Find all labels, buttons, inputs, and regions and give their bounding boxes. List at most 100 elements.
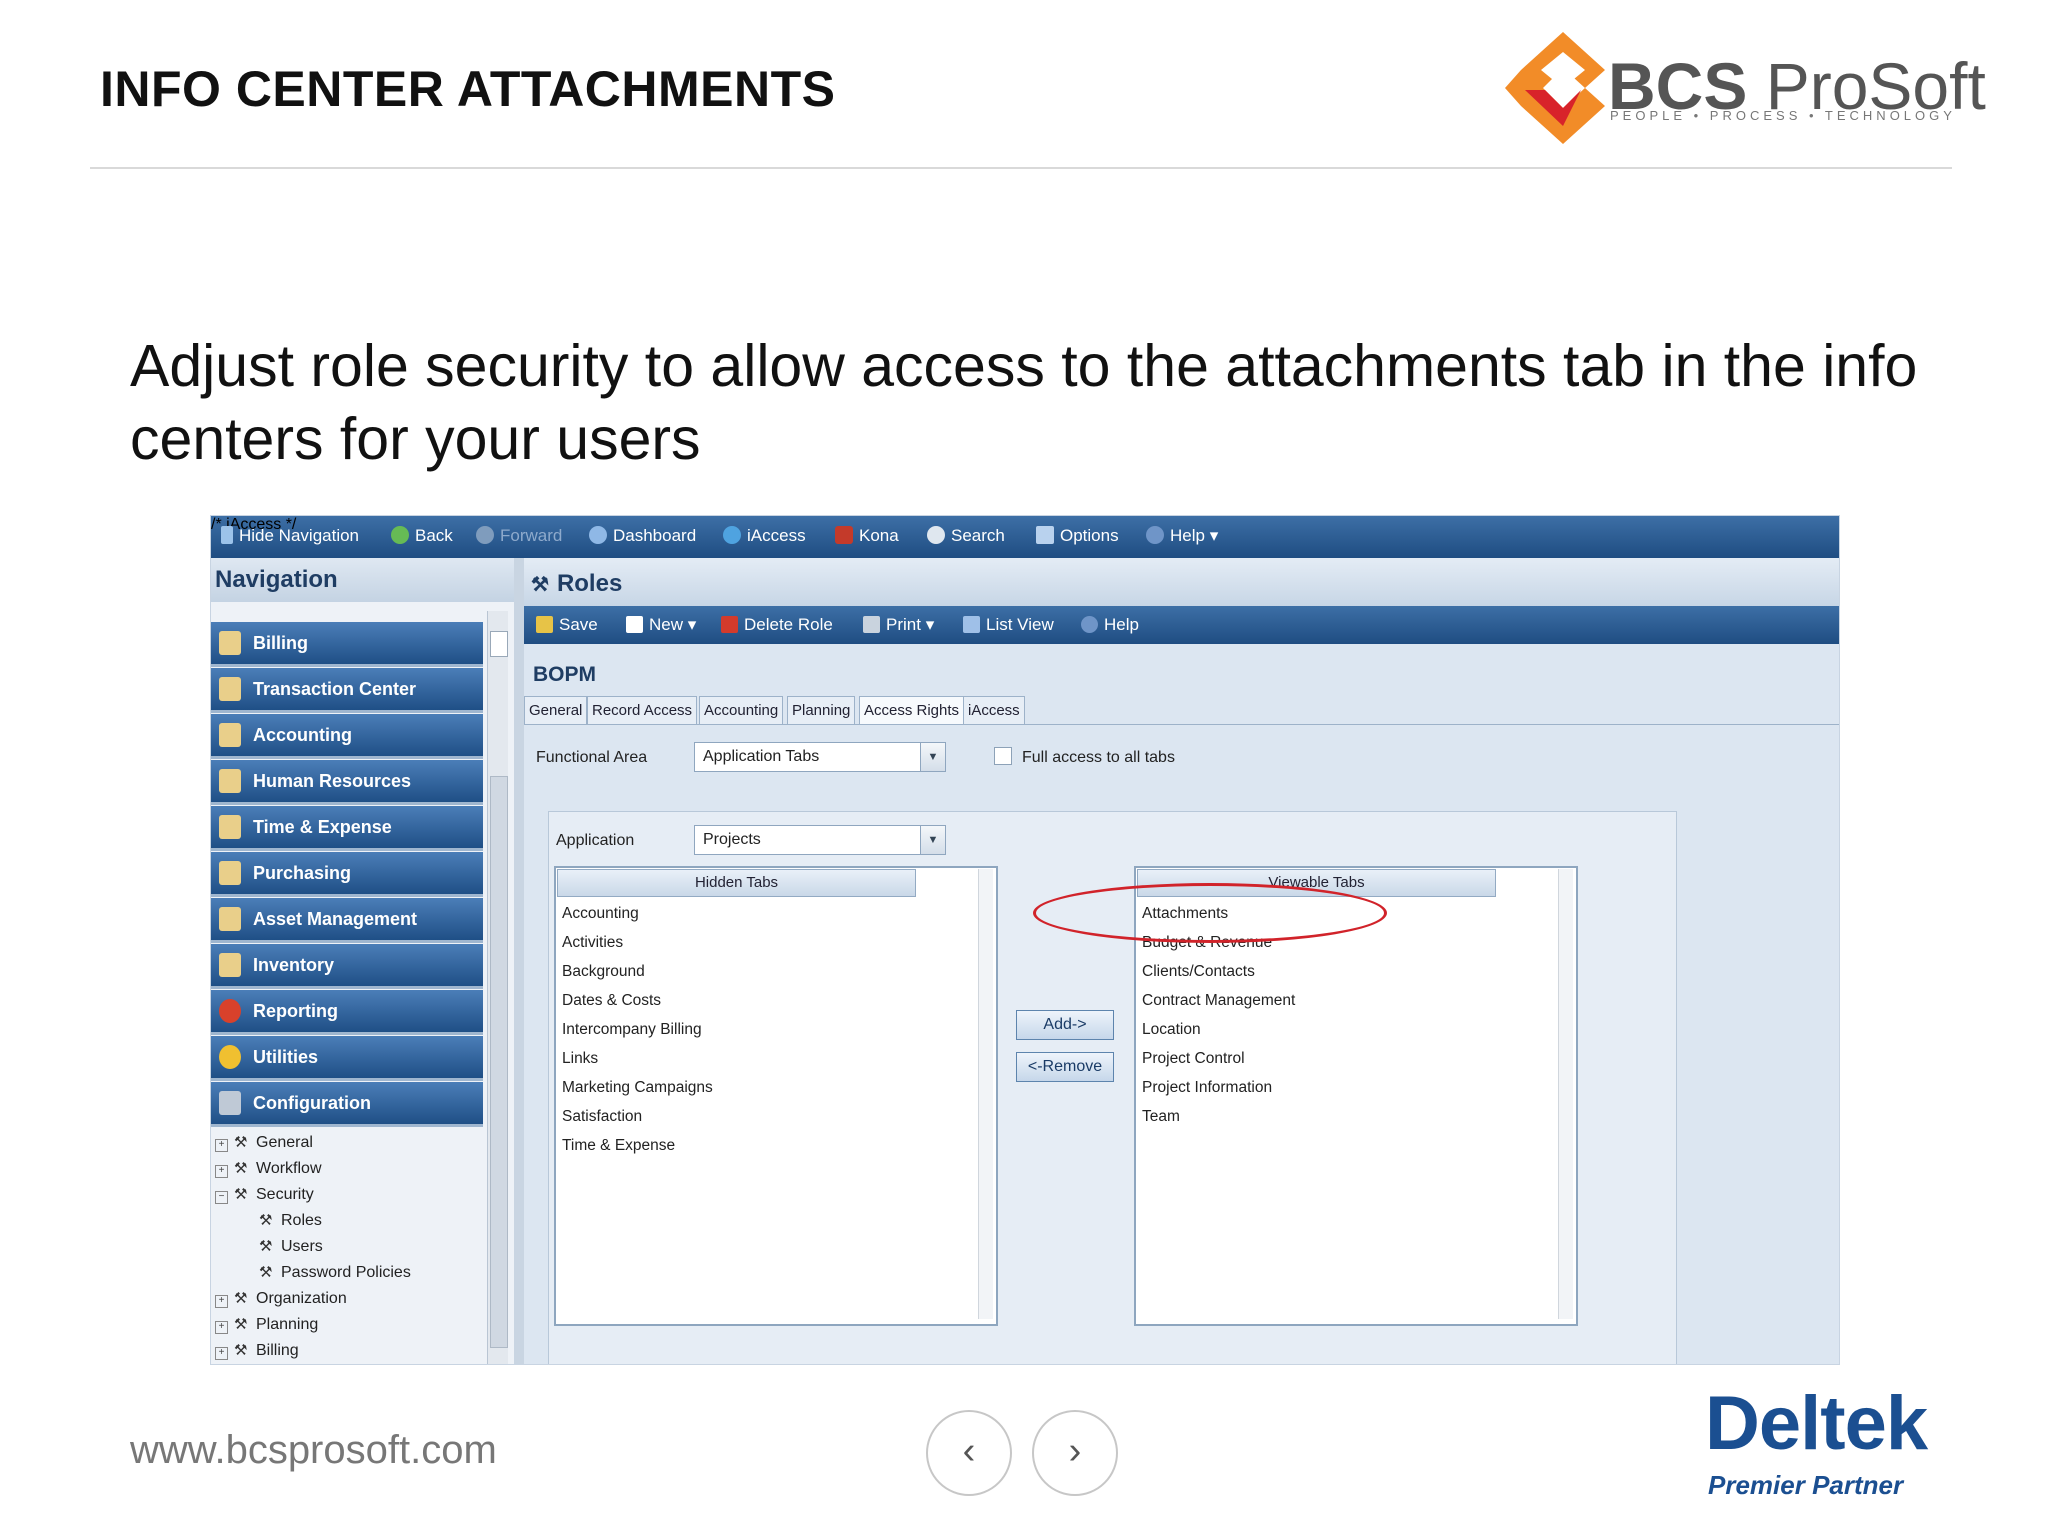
roles-help-button[interactable]: Help bbox=[1081, 615, 1139, 635]
nav-reporting[interactable]: Reporting bbox=[211, 990, 483, 1035]
full-access-checkbox[interactable] bbox=[994, 747, 1012, 765]
list-item[interactable]: Time & Expense bbox=[562, 1137, 675, 1155]
help-menu-button[interactable]: Help ▾ bbox=[1146, 526, 1218, 546]
functional-area-label: Functional Area bbox=[536, 749, 648, 766]
list-item[interactable]: Project Information bbox=[1142, 1079, 1272, 1097]
list-item[interactable]: Accounting bbox=[562, 905, 639, 923]
nav-billing[interactable]: Billing bbox=[211, 622, 483, 667]
navigation-scrollbar[interactable] bbox=[487, 611, 508, 1364]
tab-accounting[interactable]: Accounting bbox=[699, 696, 784, 725]
tree-item-general[interactable]: + ⚒ General bbox=[215, 1133, 313, 1152]
back-button[interactable]: Back bbox=[391, 526, 453, 546]
save-icon bbox=[536, 616, 553, 633]
list-item[interactable]: Team bbox=[1142, 1108, 1180, 1126]
list-item[interactable]: Background bbox=[562, 963, 645, 981]
hide-navigation-button[interactable]: Hide Navigation bbox=[221, 526, 359, 546]
list-item[interactable]: Activities bbox=[562, 934, 623, 952]
iaccess-button[interactable]: iAccess bbox=[723, 526, 806, 546]
list-view-icon bbox=[963, 616, 980, 633]
list-item[interactable]: Intercompany Billing bbox=[562, 1021, 702, 1039]
human-resources-icon bbox=[219, 769, 241, 793]
delete-role-button[interactable]: Delete Role bbox=[721, 615, 833, 635]
utilities-icon bbox=[219, 1045, 241, 1069]
tree-item-users[interactable]: ⚒ Users bbox=[259, 1237, 323, 1256]
application-select[interactable]: Projects ▼ bbox=[694, 825, 946, 855]
nav-inventory[interactable]: Inventory bbox=[211, 944, 483, 989]
previous-slide-button[interactable]: ‹ bbox=[926, 1410, 1012, 1496]
app-screenshot: Hide Navigation Back Forward Dashboard /… bbox=[210, 515, 1840, 1365]
print-button[interactable]: Print ▾ bbox=[863, 615, 934, 635]
hide-navigation-icon bbox=[221, 526, 233, 544]
nav-human-resources[interactable]: Human Resources bbox=[211, 760, 483, 805]
list-item[interactable]: Links bbox=[562, 1050, 598, 1068]
tools-icon: ⚒ bbox=[234, 1316, 248, 1333]
nav-purchasing[interactable]: Purchasing bbox=[211, 852, 483, 897]
list-item[interactable]: Contract Management bbox=[1142, 992, 1295, 1010]
slide-title: INFO CENTER ATTACHMENTS bbox=[100, 61, 836, 117]
remove-button[interactable]: <-Remove bbox=[1016, 1052, 1114, 1082]
tools-icon: ⚒ bbox=[234, 1134, 248, 1151]
list-item[interactable]: Satisfaction bbox=[562, 1108, 642, 1126]
tabs-baseline bbox=[524, 724, 1839, 725]
list-item[interactable]: Marketing Campaigns bbox=[562, 1079, 713, 1097]
deltek-premier-partner: Premier Partner bbox=[1708, 1470, 1904, 1500]
nav-transaction-center[interactable]: Transaction Center bbox=[211, 668, 483, 713]
tree-item-planning[interactable]: + ⚒ Planning bbox=[215, 1315, 318, 1334]
roles-header bbox=[524, 558, 1839, 606]
role-name: BOPM bbox=[533, 663, 596, 686]
help-icon bbox=[1081, 616, 1098, 633]
tools-icon: ⚒ bbox=[234, 1160, 248, 1177]
iaccess-icon bbox=[723, 526, 741, 544]
tree-item-password-policies[interactable]: ⚒ Password Policies bbox=[259, 1263, 411, 1282]
pane-splitter[interactable] bbox=[514, 558, 524, 1364]
hidden-tabs-header[interactable]: Hidden Tabs bbox=[557, 869, 916, 897]
reporting-icon bbox=[219, 999, 241, 1023]
tab-planning[interactable]: Planning bbox=[787, 696, 856, 725]
tree-item-roles[interactable]: ⚒ Roles bbox=[259, 1211, 322, 1230]
kona-button[interactable]: Kona bbox=[835, 526, 899, 546]
tree-item-security[interactable]: − ⚒ Security bbox=[215, 1185, 314, 1204]
viewable-tabs-scrollbar[interactable] bbox=[1558, 869, 1573, 1319]
header-divider bbox=[90, 167, 1952, 169]
tools-icon: ⚒ bbox=[259, 1264, 273, 1281]
accounting-icon bbox=[219, 723, 241, 747]
navigation-header: Navigation bbox=[211, 558, 514, 602]
list-item[interactable]: Project Control bbox=[1142, 1050, 1245, 1068]
logo-tagline: PEOPLE • PROCESS • TECHNOLOGY bbox=[1610, 108, 1956, 123]
options-button[interactable]: Options bbox=[1036, 526, 1119, 546]
nav-accounting[interactable]: Accounting bbox=[211, 714, 483, 759]
options-icon bbox=[1036, 526, 1054, 544]
new-button[interactable]: New ▾ bbox=[626, 615, 696, 635]
tree-item-organization[interactable]: + ⚒ Organization bbox=[215, 1289, 347, 1308]
tree-item-workflow[interactable]: + ⚒ Workflow bbox=[215, 1159, 322, 1178]
next-slide-button[interactable]: › bbox=[1032, 1410, 1118, 1496]
forward-button[interactable]: Forward bbox=[476, 526, 562, 546]
nav-time-expense[interactable]: Time & Expense bbox=[211, 806, 483, 851]
list-item[interactable]: Dates & Costs bbox=[562, 992, 661, 1010]
add-button[interactable]: Add-> bbox=[1016, 1010, 1114, 1040]
nav-utilities[interactable]: Utilities bbox=[211, 1036, 483, 1081]
tab-general[interactable]: General bbox=[524, 696, 588, 725]
tools-icon: ⚒ bbox=[234, 1186, 248, 1203]
search-button[interactable]: Search bbox=[927, 526, 1005, 546]
tools-icon: ⚒ bbox=[259, 1238, 273, 1255]
delete-icon bbox=[721, 616, 738, 633]
list-view-button[interactable]: List View bbox=[963, 615, 1054, 635]
list-item[interactable]: Clients/Contacts bbox=[1142, 963, 1255, 981]
scroll-up-icon bbox=[490, 631, 508, 657]
billing-icon bbox=[219, 631, 241, 655]
tools-icon: ⚒ bbox=[234, 1342, 248, 1359]
tab-access-rights[interactable]: Access Rights bbox=[859, 696, 965, 725]
tab-iaccess[interactable]: iAccess bbox=[963, 696, 1025, 725]
print-icon bbox=[863, 616, 880, 633]
save-button[interactable]: Save bbox=[536, 615, 598, 635]
nav-configuration[interactable]: Configuration bbox=[211, 1082, 483, 1127]
hidden-tabs-scrollbar[interactable] bbox=[978, 869, 993, 1319]
nav-asset-management[interactable]: Asset Management bbox=[211, 898, 483, 943]
dashboard-button[interactable]: Dashboard bbox=[589, 526, 696, 546]
functional-area-select[interactable]: Application Tabs ▼ bbox=[694, 742, 946, 772]
tab-record-access[interactable]: Record Access bbox=[587, 696, 698, 725]
list-item[interactable]: Location bbox=[1142, 1021, 1201, 1039]
tree-item-billing[interactable]: + ⚒ Billing bbox=[215, 1341, 299, 1360]
app-top-toolbar: Hide Navigation Back Forward Dashboard /… bbox=[211, 516, 1839, 558]
